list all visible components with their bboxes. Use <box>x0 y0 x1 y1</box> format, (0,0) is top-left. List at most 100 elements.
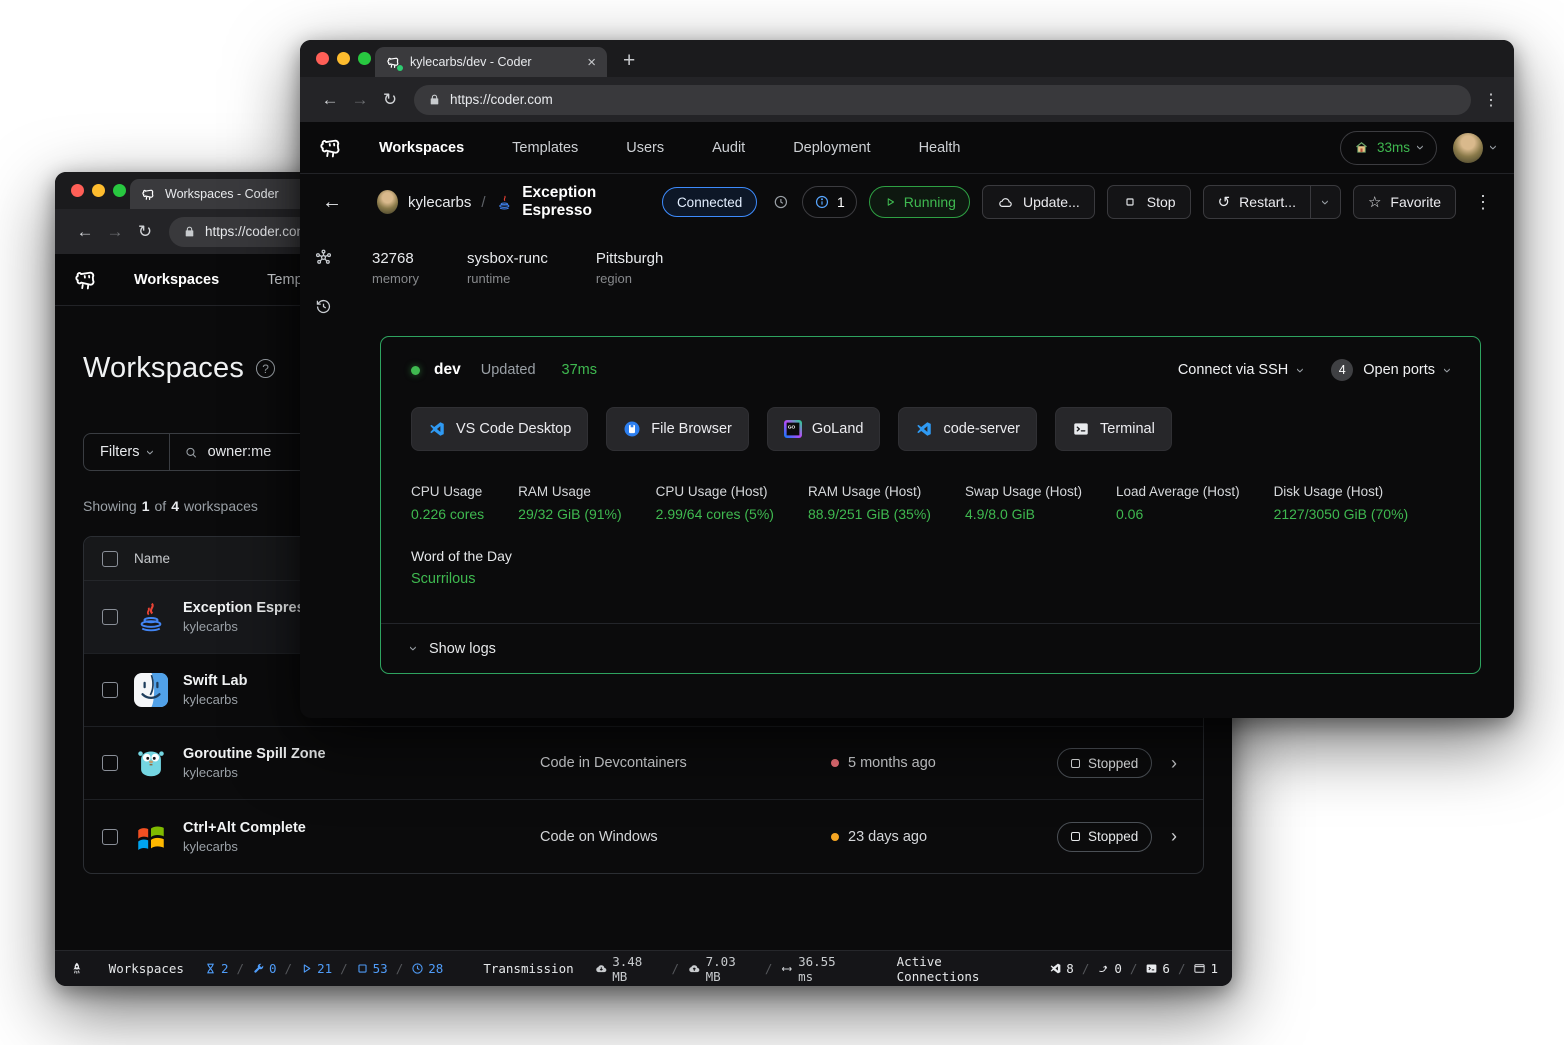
workspace-name[interactable]: Ctrl+Alt Complete <box>183 820 306 836</box>
nav-item-workspaces[interactable]: Workspaces <box>379 140 464 156</box>
coder-logo-icon[interactable] <box>318 135 344 161</box>
chevron-right-icon[interactable]: › <box>1171 826 1185 847</box>
breadcrumb-separator: / <box>481 194 485 211</box>
nav-item-audit[interactable]: Audit <box>712 140 745 156</box>
table-row[interactable]: Goroutine Spill Zone kylecarbs Code in D… <box>84 727 1203 800</box>
play-icon <box>883 195 897 209</box>
history-icon[interactable] <box>314 297 333 316</box>
coder-logo-icon[interactable] <box>73 267 99 293</box>
traffic-lights[interactable] <box>71 184 126 197</box>
metric-cpu: CPU Usage0.226 cores <box>411 484 484 522</box>
owner-avatar <box>377 190 398 214</box>
url-bar[interactable]: https://coder.com <box>414 85 1471 115</box>
vscode-icon <box>428 420 446 438</box>
stop-button[interactable]: Stop <box>1107 185 1191 219</box>
new-tab-button[interactable]: + <box>623 49 635 73</box>
table-row[interactable]: Ctrl+Alt Complete kylecarbs Code on Wind… <box>84 800 1203 873</box>
workspace-template: Code on Windows <box>540 829 815 845</box>
tab-title: kylecarbs/dev - Coder <box>410 55 578 69</box>
chevron-down-icon: › <box>142 450 159 455</box>
star-icon: ☆ <box>1368 193 1381 211</box>
running-status-badge[interactable]: Running <box>869 186 970 218</box>
terminal-connections: 6 <box>1145 961 1170 976</box>
browser-menu-icon[interactable]: ⋮ <box>1483 90 1499 110</box>
nav-item-templates[interactable]: Templates <box>512 140 578 156</box>
metric-ram-host: RAM Usage (Host)88.9/251 GiB (35%) <box>808 484 931 522</box>
user-menu[interactable]: › <box>1453 133 1496 163</box>
nav-item-workspaces[interactable]: Workspaces <box>134 272 219 288</box>
restart-button[interactable]: ↺ Restart... <box>1203 185 1311 219</box>
workspace-header: ← kylecarbs / Exception Espresso Connect… <box>300 174 1514 230</box>
goland-button[interactable]: GO GoLand <box>767 407 881 451</box>
chevron-down-icon: › <box>1485 145 1502 150</box>
terminal-icon <box>1072 420 1090 438</box>
terminal-button[interactable]: Terminal <box>1055 407 1172 451</box>
workspace-name[interactable]: Swift Lab <box>183 673 247 689</box>
vscode-connections: 8 <box>1049 961 1074 976</box>
filters-dropdown[interactable]: Filters › <box>84 434 170 470</box>
workspace-menu-icon[interactable]: ⋮ <box>1474 192 1492 213</box>
update-button[interactable]: Update... <box>982 185 1095 219</box>
java-icon <box>134 600 168 634</box>
play-icon <box>300 962 313 975</box>
show-logs-toggle[interactable]: › Show logs <box>381 623 1480 673</box>
connect-ssh-button[interactable]: Connect via SSH <box>1178 362 1288 378</box>
close-window-button[interactable] <box>316 52 329 65</box>
activity-dot <box>831 759 839 767</box>
vscode-desktop-button[interactable]: VS Code Desktop <box>411 407 588 451</box>
workspace-name[interactable]: Goroutine Spill Zone <box>183 746 326 762</box>
back-nav-icon[interactable]: ← <box>70 222 100 242</box>
nav-item-users[interactable]: Users <box>626 140 664 156</box>
active-connections-label: Active Connections <box>897 954 1030 984</box>
coder-favicon-icon <box>141 187 156 202</box>
row-checkbox[interactable] <box>102 682 118 698</box>
cloud-upload-icon <box>687 961 702 976</box>
scheduled-count: 28 <box>411 961 443 976</box>
last-used: 23 days ago <box>831 829 1041 845</box>
app-window-icon <box>1193 962 1206 975</box>
minimize-window-button[interactable] <box>337 52 350 65</box>
reload-icon[interactable]: ↻ <box>130 222 160 242</box>
select-all-checkbox[interactable] <box>102 551 118 567</box>
rocket-icon <box>69 961 85 977</box>
close-window-button[interactable] <box>71 184 84 197</box>
row-checkbox[interactable] <box>102 609 118 625</box>
pending-count: 2 <box>204 961 229 976</box>
metric-cpu-host: CPU Usage (Host)2.99/64 cores (5%) <box>656 484 774 522</box>
zoom-window-button[interactable] <box>113 184 126 197</box>
file-browser-button[interactable]: File Browser <box>606 407 749 451</box>
chevron-right-icon[interactable]: › <box>1171 753 1185 774</box>
window-connections: 1 <box>1193 961 1218 976</box>
back-arrow-icon[interactable]: ← <box>322 191 342 214</box>
breadcrumb-owner[interactable]: kylecarbs <box>408 194 471 211</box>
row-checkbox[interactable] <box>102 829 118 845</box>
row-checkbox[interactable] <box>102 755 118 771</box>
code-server-button[interactable]: code-server <box>898 407 1037 451</box>
schedule-clock-icon[interactable] <box>773 193 789 211</box>
code-server-icon <box>915 420 933 438</box>
forward-nav-icon[interactable]: → <box>100 222 130 242</box>
open-ports-button[interactable]: Open ports <box>1363 362 1435 378</box>
zoom-window-button[interactable] <box>358 52 371 65</box>
forward-nav-icon[interactable]: → <box>345 90 375 110</box>
nav-item-health[interactable]: Health <box>919 140 961 156</box>
tab-close-icon[interactable]: × <box>587 54 596 71</box>
minimize-window-button[interactable] <box>92 184 105 197</box>
help-icon[interactable]: ? <box>256 359 275 378</box>
build-info-badge[interactable]: 1 <box>802 186 857 218</box>
traffic-lights[interactable] <box>316 52 371 65</box>
transmission-label: Transmission <box>483 961 573 976</box>
restart-options-button[interactable]: › <box>1311 185 1341 219</box>
connected-badge[interactable]: Connected <box>662 187 757 217</box>
workspace-template: Code in Devcontainers <box>540 755 815 771</box>
favorite-button[interactable]: ☆ Favorite <box>1353 185 1456 219</box>
finder-icon <box>134 673 168 707</box>
nav-item-deployment[interactable]: Deployment <box>793 140 870 156</box>
browser-tab[interactable]: kylecarbs/dev - Coder × <box>375 47 607 77</box>
latency-badge[interactable]: 33ms › <box>1340 131 1437 165</box>
resources-icon[interactable] <box>314 248 333 267</box>
chevron-down-icon: › <box>1439 368 1456 373</box>
back-nav-icon[interactable]: ← <box>315 90 345 110</box>
avatar[interactable] <box>1453 133 1483 163</box>
reload-icon[interactable]: ↻ <box>375 90 405 110</box>
